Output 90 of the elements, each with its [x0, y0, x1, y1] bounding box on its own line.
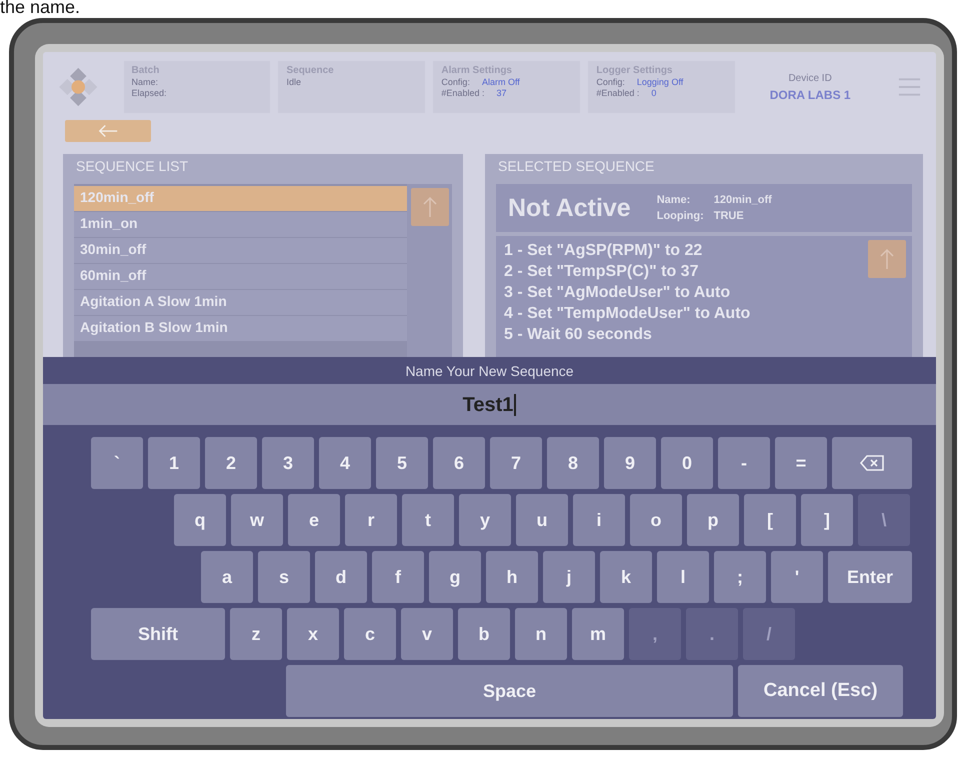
menu-icon[interactable] — [896, 76, 922, 98]
field-label: Config: — [596, 77, 625, 87]
field-label: Idle — [286, 77, 301, 87]
up-arrow-icon — [880, 247, 894, 271]
name-input-field[interactable]: Test1 — [43, 384, 936, 425]
keyboard-key[interactable]: Cancel (Esc) — [738, 665, 903, 717]
keyboard-key[interactable]: x — [287, 608, 339, 660]
sequence-list-item[interactable]: Agitation B Slow 1min — [74, 316, 407, 341]
keyboard-key[interactable]: c — [344, 608, 396, 660]
backspace-icon — [859, 454, 885, 472]
keyboard-key[interactable]: t — [402, 494, 454, 546]
keyboard-key[interactable]: u — [516, 494, 568, 546]
name-label: Name: — [656, 194, 692, 206]
keyboard-key[interactable]: o — [630, 494, 682, 546]
keyboard-key[interactable]: 7 — [490, 437, 542, 489]
dialog-title: Name Your New Sequence — [404, 362, 575, 381]
keyboard-key[interactable]: 5 — [376, 437, 428, 489]
back-button[interactable] — [65, 120, 151, 142]
keyboard-key[interactable]: Enter — [828, 551, 912, 603]
keyboard-key[interactable]: = — [775, 437, 827, 489]
keyboard-key[interactable]: ; — [714, 551, 766, 603]
looping-label: Looping: — [656, 210, 704, 222]
field-label: Name: — [132, 77, 158, 87]
keyboard-key[interactable]: j — [543, 551, 595, 603]
sequence-step: 3 - Set "AgModeUser" to Auto — [504, 282, 868, 303]
up-arrow-icon — [422, 195, 436, 219]
keyboard-key[interactable]: ` — [91, 437, 143, 489]
keyboard-key[interactable]: [ — [744, 494, 796, 546]
sequence-list-item[interactable]: Agitation A Slow 1min — [74, 290, 407, 315]
status-text: Not Active — [508, 194, 631, 222]
space-key[interactable]: Space — [286, 665, 733, 717]
keyboard-key[interactable]: 8 — [547, 437, 599, 489]
keyboard-key[interactable]: g — [429, 551, 481, 603]
keyboard-key[interactable]: f — [372, 551, 424, 603]
logo-icon — [59, 67, 98, 107]
field-value: Logging Off — [636, 77, 684, 87]
keyboard-key[interactable]: n — [515, 608, 567, 660]
sequence-step: 2 - Set "TempSP(C)" to 37 — [504, 261, 868, 282]
device-id-value: DORA LABS 1 — [770, 88, 851, 102]
sequence-step: 4 - Set "TempModeUser" to Auto — [504, 303, 868, 324]
field-value: Alarm Off — [482, 77, 520, 87]
keyboard-key[interactable]: 3 — [262, 437, 314, 489]
panel-title: SEQUENCE LIST — [76, 158, 190, 176]
sequence-step: 1 - Set "AgSP(RPM)" to 22 — [504, 240, 868, 261]
keyboard-key[interactable]: y — [459, 494, 511, 546]
keyboard-key[interactable]: 0 — [661, 437, 713, 489]
panel-title: SELECTED SEQUENCE — [498, 158, 656, 176]
keyboard-key[interactable]: p — [687, 494, 739, 546]
keyboard-key[interactable]: k — [600, 551, 652, 603]
keyboard-key[interactable]: ] — [801, 494, 853, 546]
sequence-list-item[interactable]: 30min_off — [74, 238, 407, 263]
field-label: Config: — [441, 77, 470, 87]
keyboard-key[interactable]: 2 — [205, 437, 257, 489]
field-value: 0 — [651, 88, 656, 98]
keyboard-key[interactable]: r — [345, 494, 397, 546]
keyboard-key[interactable]: 6 — [433, 437, 485, 489]
keyboard-key[interactable]: s — [258, 551, 310, 603]
sequence-list-item[interactable]: 1min_on — [74, 212, 407, 237]
keyboard-key[interactable]: l — [657, 551, 709, 603]
keyboard-key[interactable]: ' — [771, 551, 823, 603]
looping-value: TRUE — [714, 210, 745, 222]
keyboard-key[interactable]: h — [486, 551, 538, 603]
sequence-step: 5 - Wait 60 seconds — [504, 324, 868, 345]
sequence-list-item[interactable]: 60min_off — [74, 264, 407, 289]
keyboard-key[interactable]: q — [174, 494, 226, 546]
device-id-label: Device ID — [788, 72, 832, 84]
field-label: Elapsed: — [132, 88, 167, 98]
field-label: #Enabled : — [596, 88, 640, 98]
back-arrow-icon — [97, 124, 119, 138]
scroll-up-button[interactable] — [410, 188, 448, 226]
keyboard-key[interactable]: w — [231, 494, 283, 546]
keyboard-key[interactable]: a — [201, 551, 253, 603]
caption-text: the name. — [0, 0, 80, 17]
scroll-up-button[interactable] — [868, 240, 906, 278]
keyboard-key[interactable]: 4 — [319, 437, 371, 489]
keyboard-key[interactable]: d — [315, 551, 367, 603]
backspace-key[interactable] — [832, 437, 912, 489]
keyboard-key[interactable]: b — [458, 608, 510, 660]
name-value: 120min_off — [714, 194, 772, 206]
keyboard-key[interactable]: - — [718, 437, 770, 489]
field-value: 37 — [496, 88, 506, 98]
keyboard-key[interactable]: e — [288, 494, 340, 546]
keyboard-key[interactable]: 1 — [148, 437, 200, 489]
keyboard-key[interactable]: Shift — [91, 608, 225, 660]
keyboard-key[interactable]: 9 — [604, 437, 656, 489]
keyboard-key[interactable]: v — [401, 608, 453, 660]
keyboard-key[interactable]: z — [230, 608, 282, 660]
keyboard-key[interactable]: i — [573, 494, 625, 546]
field-label: #Enabled : — [441, 88, 484, 98]
keyboard-key[interactable]: m — [572, 608, 624, 660]
